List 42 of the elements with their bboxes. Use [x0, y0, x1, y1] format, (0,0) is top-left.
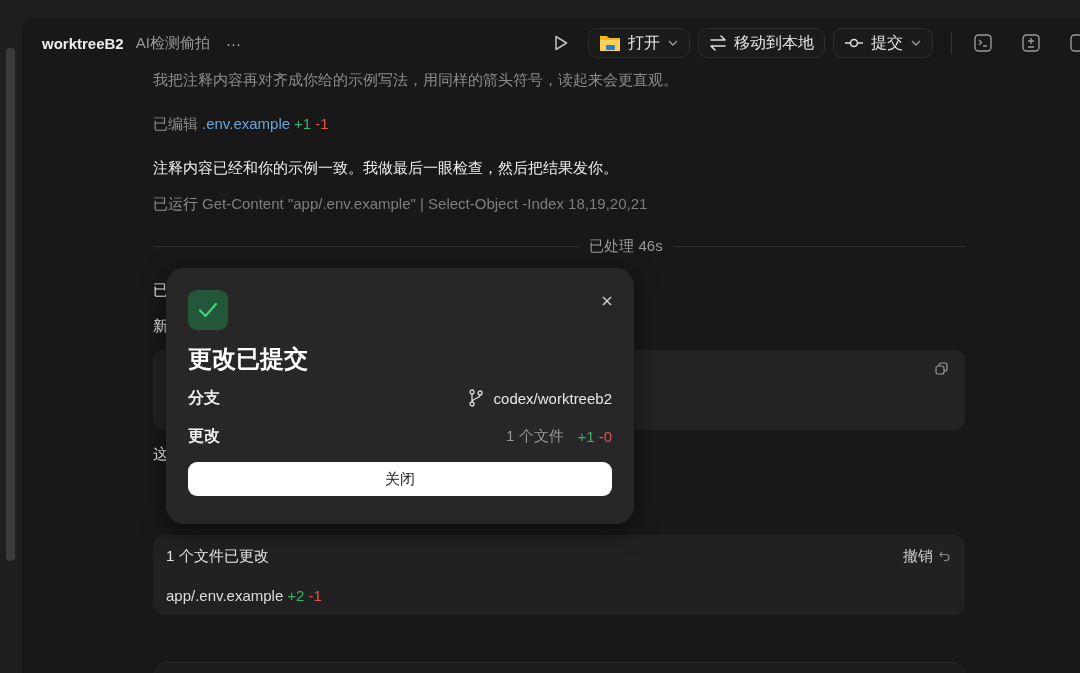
added-count: +2: [287, 587, 305, 604]
removed-count: -0: [598, 427, 612, 445]
message-text: 我把注释内容再对齐成你给的示例写法，用同样的箭头符号，读起来会更直观。: [153, 70, 679, 90]
scrollbar[interactable]: [6, 48, 15, 561]
added-count: +1: [294, 115, 312, 132]
commit-icon: [844, 37, 864, 49]
branch-icon: [467, 389, 484, 407]
toolbar-button[interactable]: 提交: [833, 28, 933, 58]
copy-icon[interactable]: [935, 362, 948, 375]
toolbar-button[interactable]: 移动到本地: [698, 28, 825, 58]
dialog-title: 更改已提交: [188, 344, 309, 374]
message-text: 注释内容已经和你的示例一致。我做最后一眼检查，然后把结果发你。: [153, 158, 618, 178]
close-icon[interactable]: [601, 295, 613, 307]
edited-label: 已编辑: [153, 115, 198, 132]
thread-title: AI检测偷拍: [135, 33, 210, 53]
diff-icon[interactable]: [1022, 34, 1040, 52]
play-icon[interactable]: [554, 35, 568, 51]
file-path[interactable]: app/.env.example: [166, 587, 284, 604]
command-text: Get-Content "app/.env.example" | Select-Object -Index 18,19,20,21: [202, 195, 648, 212]
undo-icon: [939, 550, 951, 562]
ran-label: 已运行: [153, 195, 198, 212]
undo-button[interactable]: 撤销: [903, 546, 951, 566]
branch-name: codex/worktreeb2: [493, 389, 612, 407]
toolbar-button[interactable]: 打开: [588, 28, 690, 58]
field-label: 更改: [188, 425, 220, 446]
file-link[interactable]: .env.example: [202, 115, 291, 132]
message-text: 这: [153, 444, 168, 464]
project-title: worktreeB2: [42, 34, 124, 52]
terminal-icon[interactable]: [974, 34, 992, 52]
more-button[interactable]: ···: [225, 34, 241, 52]
removed-count: -1: [315, 115, 329, 132]
removed-count: -1: [308, 587, 322, 604]
swap-arrows-icon: [709, 35, 727, 51]
card-title: 1 个文件已更改: [166, 546, 269, 566]
close-button[interactable]: 关闭: [188, 462, 612, 496]
added-count: +1: [577, 427, 595, 445]
folder-icon: [599, 33, 621, 53]
success-check-icon: [188, 290, 228, 330]
file-count: 1 个文件: [506, 426, 564, 446]
message-text: 新: [153, 316, 168, 336]
field-label: 分支: [188, 387, 220, 408]
elapsed-label: 已处理 46s: [589, 236, 663, 256]
